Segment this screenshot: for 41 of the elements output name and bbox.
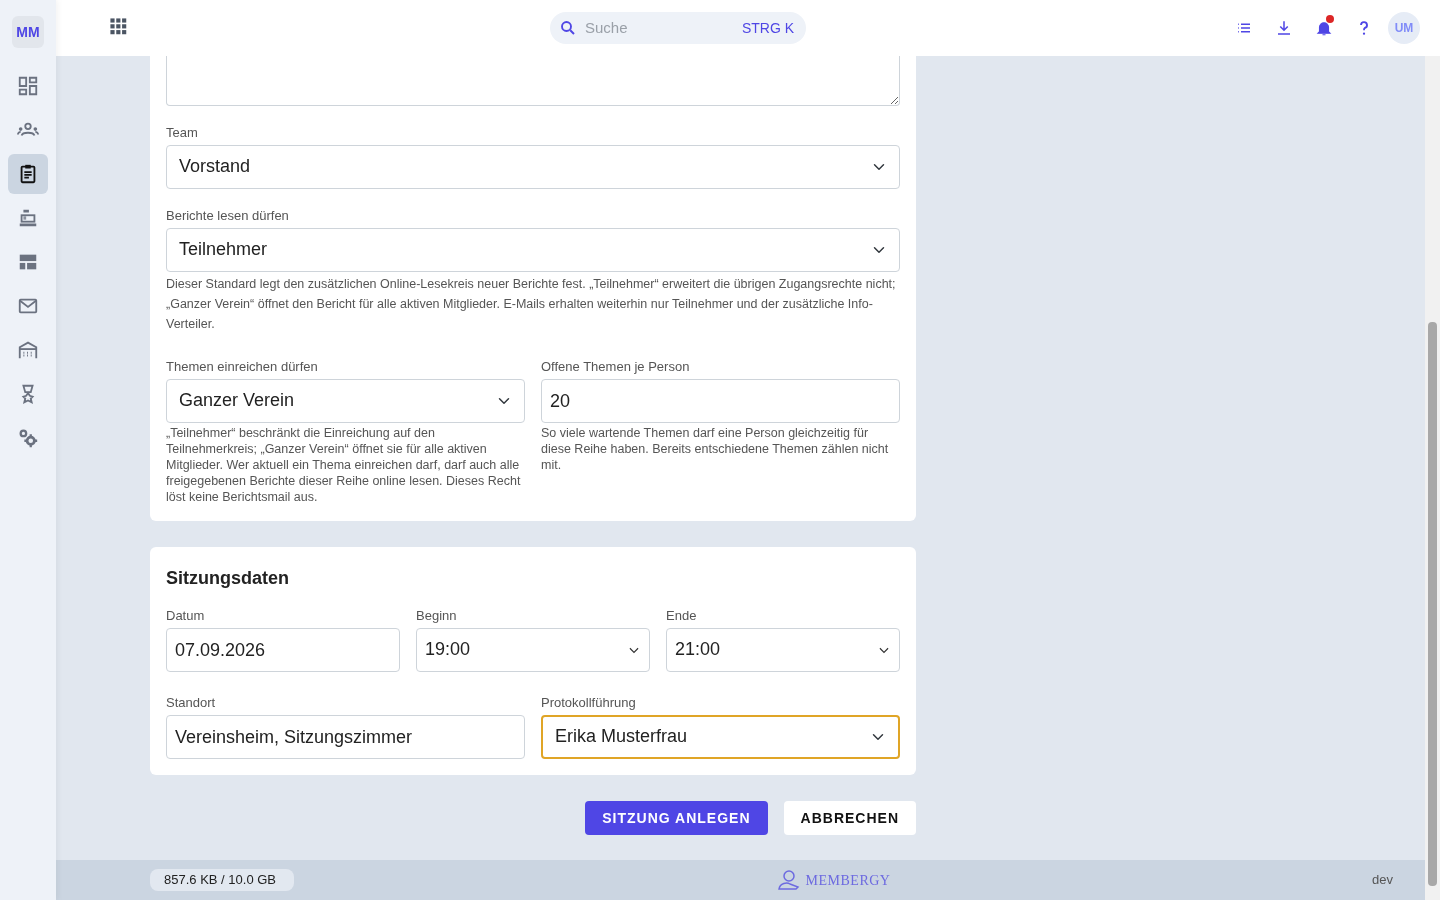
field-label: Protokollführung xyxy=(541,695,636,710)
form-field[interactable]: Vereinsheim, Sitzungszimmer xyxy=(166,715,525,759)
form-select[interactable]: Ganzer Verein xyxy=(166,379,525,423)
environment-label: dev xyxy=(1372,871,1393,890)
form-select[interactable]: Erika Musterfrau xyxy=(541,715,900,759)
field-label: Berichte lesen dürfen xyxy=(166,208,289,223)
settings-icon xyxy=(17,427,39,449)
help-text: So viele wartende Themen darf eine Person gleichzeitig für diese Reihe haben. Bereits entschiedene Themen zählen nicht mit. xyxy=(541,425,890,473)
search-bar[interactable]: Suche STRG K xyxy=(550,12,806,44)
sidebar-item[interactable] xyxy=(8,154,48,194)
field-label: Offene Themen je Person xyxy=(541,359,690,374)
field-label: Ende xyxy=(666,608,697,623)
help-text: „Teilnehmer“ beschränkt die Einreichung auf den Teilnehmerkreis; „Ganzer Verein“ öffnet sie für alle aktiven Mitglieder. Wer aktuell ein Thema einreichen darf, darf auch alle freigegebenen Berichte dieser Reihe online lesen. Dieses Recht löst keine Berichtsmail aus. xyxy=(166,425,522,505)
people-icon xyxy=(775,869,802,891)
cancel-button[interactable]: ABBRECHEN xyxy=(783,801,916,835)
form-dropdown[interactable]: 19:00 xyxy=(416,628,650,672)
search-icon xyxy=(559,19,577,37)
field-label: Themen einreichen dürfen xyxy=(166,359,318,374)
field-label: Team xyxy=(166,125,198,140)
form-field[interactable]: 07.09.2026 xyxy=(166,628,400,672)
field-label: Beginn xyxy=(416,608,457,623)
field-label: Standort xyxy=(166,695,216,710)
shortcut-hint: STRG K xyxy=(741,18,794,38)
storage-usage: 857.6 KB / 10.0 GB xyxy=(150,869,294,891)
warehouse-icon xyxy=(17,339,39,361)
form-select[interactable]: Teilnehmer xyxy=(166,228,900,272)
search-field[interactable]: Suche xyxy=(583,15,736,41)
form-select[interactable]: Vorstand xyxy=(166,145,900,189)
app-logo[interactable]: MM xyxy=(12,16,44,48)
help-text: Dieser Standard legt den zusätzlichen Online-Lesekreis neuer Berichte fest. „Teilnehmer“ erweitert die übrigen Zugangsrechte nicht; „Ganzer Verein“ öffnet den Bericht für alle aktiven Mitglieder. E-Mails erhalten weiterhin nur Teilnehmer und der zusätzliche Info-Verteiler. xyxy=(166,276,897,333)
field-label: Datum xyxy=(166,608,205,623)
section-title: Sitzungsdaten xyxy=(166,567,290,589)
scrollbar[interactable] xyxy=(1425,56,1440,900)
bell-icon xyxy=(1315,19,1333,37)
submit-button[interactable]: SITZUNG ANLEGEN xyxy=(585,801,768,835)
brand-name: MEMBERGY xyxy=(805,871,891,890)
form-dropdown[interactable]: 21:00 xyxy=(666,628,900,672)
cash-register-icon xyxy=(17,207,39,229)
download-icon xyxy=(1275,19,1293,37)
dashboard-icon xyxy=(17,75,39,97)
form-field[interactable]: 20 xyxy=(541,379,900,423)
